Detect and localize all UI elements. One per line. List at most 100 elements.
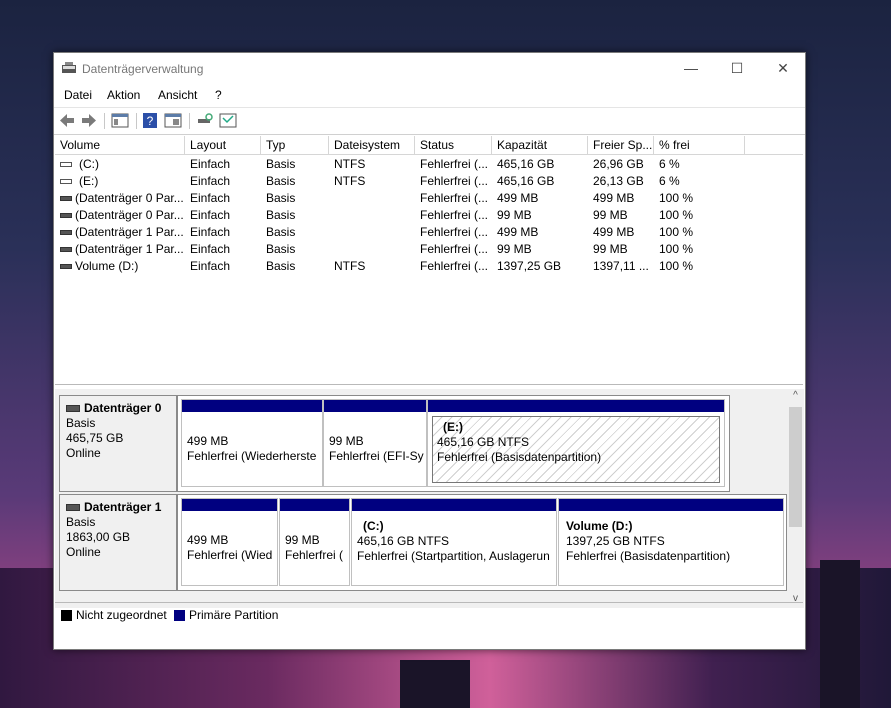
toolbar: ? [54, 107, 805, 135]
cell-volume: (Datenträger 0 Par... [75, 191, 184, 205]
volume-list-header: Volume Layout Typ Dateisystem Status Kap… [55, 136, 803, 155]
partition-status: Fehlerfrei (EFI-Sy [329, 449, 424, 463]
column-header-dateisystem[interactable]: Dateisystem [329, 136, 415, 154]
partition-text: 99 MB Fehlerfrei (EFI-Sy [329, 434, 424, 464]
cell-volume: Volume (D:) [75, 259, 139, 273]
cell-pct: 6 % [659, 174, 680, 188]
cell-typ: Basis [266, 242, 296, 256]
partition-recovery[interactable]: 499 MB Fehlerfrei (Wied [181, 498, 278, 586]
table-row[interactable]: (E:) Einfach Basis NTFS Fehlerfrei (... 465,1… [55, 173, 745, 190]
console-tree-icon[interactable] [111, 112, 129, 129]
partition-d[interactable]: Volume (D:) 1397,25 GB NTFS Fehlerfrei (Ba… [558, 498, 784, 586]
disk-1-size: 1863,00 GB [66, 530, 131, 544]
table-row[interactable]: (Datenträger 1 Par... Einfach Basis Fehlerf… [55, 224, 745, 241]
partition-recovery[interactable]: 499 MB Fehlerfrei (Wiederherste [181, 399, 323, 487]
cell-layout: Einfach [190, 259, 231, 273]
menu-ansicht[interactable]: Ansicht [158, 88, 197, 102]
cell-typ: Basis [266, 259, 296, 273]
table-row[interactable]: (Datenträger 1 Par... Einfach Basis Fehlerf… [55, 241, 745, 258]
disk-1-partitions: 499 MB Fehlerfrei (Wied 99 MB Fehlerfrei (… [177, 494, 787, 591]
volume-icon [60, 179, 72, 184]
partition-text: (E:) 465,16 GB NTFS Fehlerfrei (Basisdaten… [437, 420, 722, 465]
partition-text: 99 MB Fehlerfrei ( [285, 533, 347, 563]
vertical-scrollbar[interactable]: ^ v [787, 389, 804, 608]
properties-icon[interactable] [164, 112, 182, 129]
back-arrow-icon[interactable] [58, 112, 76, 129]
rescan-icon[interactable] [219, 112, 237, 129]
disk-1-label[interactable]: Datenträger 1 Basis 1863,00 GB Online [59, 494, 177, 591]
column-header-status[interactable]: Status [415, 136, 492, 154]
volume-list: Volume Layout Typ Dateisystem Status Kap… [55, 136, 803, 385]
cell-fs: NTFS [334, 157, 366, 171]
cell-free: 1397,11 ... [593, 259, 649, 273]
column-header-volume[interactable]: Volume [55, 136, 185, 154]
partition-size: 99 MB [329, 434, 364, 448]
cell-cap: 499 MB [497, 191, 539, 205]
disk-0-size: 465,75 GB [66, 431, 124, 445]
volume-icon [60, 230, 72, 235]
column-header-freier-speicher[interactable]: Freier Sp... [588, 136, 654, 154]
column-header-layout[interactable]: Layout [185, 136, 261, 154]
column-header-typ[interactable]: Typ [261, 136, 329, 154]
menu-help[interactable]: ? [215, 88, 222, 102]
cell-layout: Einfach [190, 191, 231, 205]
column-header-kapazitaet[interactable]: Kapazität [492, 136, 588, 154]
disk-icon [66, 504, 80, 512]
close-button[interactable]: ✕ [760, 53, 806, 84]
legend-primary-swatch [174, 610, 185, 621]
legend-unallocated-label: Nicht zugeordnet [76, 608, 167, 622]
table-row[interactable]: (Datenträger 0 Par... Einfach Basis Fehlerf… [55, 207, 745, 224]
minimize-button[interactable]: — [668, 53, 714, 84]
cell-volume: (Datenträger 1 Par... [75, 225, 184, 239]
primary-partition-bar [352, 499, 556, 511]
table-row[interactable]: (Datenträger 0 Par... Einfach Basis Fehlerf… [55, 190, 745, 207]
cell-volume: (E:) [79, 174, 99, 188]
partition-efi[interactable]: 99 MB Fehlerfrei ( [279, 498, 350, 586]
wallpaper-tower [400, 660, 470, 708]
disk-graphical-view: Datenträger 0 Basis 465,75 GB Online 499… [55, 389, 787, 608]
partition-status: Fehlerfrei (Basisdatenpartition) [566, 549, 731, 563]
disk-0-partitions: 499 MB Fehlerfrei (Wiederherste 99 MB Fehl… [177, 395, 730, 492]
partition-size: 499 MB [187, 533, 229, 547]
cell-layout: Einfach [190, 242, 231, 256]
scroll-thumb[interactable] [789, 407, 802, 527]
cell-free: 499 MB [593, 225, 635, 239]
forward-arrow-icon[interactable] [80, 112, 98, 129]
cell-fs: NTFS [334, 259, 366, 273]
cell-layout: Einfach [190, 225, 231, 239]
primary-partition-bar [280, 499, 349, 511]
menu-aktion[interactable]: Aktion [107, 88, 140, 102]
wallpaper-tower [820, 560, 860, 708]
disk-0-state: Online [66, 446, 101, 460]
disk-1-type: Basis [66, 515, 96, 529]
volume-icon [60, 196, 72, 201]
menu-datei[interactable]: Datei [64, 88, 92, 102]
primary-partition-bar [428, 400, 724, 412]
cell-status: Fehlerfrei (... [420, 259, 489, 273]
menu-bar: Datei Aktion Ansicht ? [54, 85, 805, 105]
maximize-button[interactable]: ☐ [714, 53, 760, 84]
scroll-up-button[interactable]: ^ [787, 389, 804, 403]
partition-title: Volume (D:) [566, 519, 633, 533]
table-row[interactable]: (C:) Einfach Basis NTFS Fehlerfrei (... 465,1… [55, 156, 745, 173]
connect-icon[interactable] [196, 112, 214, 129]
cell-cap: 465,16 GB [497, 157, 555, 171]
cell-volume: (C:) [79, 157, 99, 171]
column-header-prozent-frei[interactable]: % frei [654, 136, 745, 154]
volume-icon [60, 162, 72, 167]
disk-0-label[interactable]: Datenträger 0 Basis 465,75 GB Online [59, 395, 177, 492]
primary-partition-bar [182, 400, 322, 412]
partition-status: Fehlerfrei (Wied [187, 548, 273, 562]
cell-free: 499 MB [593, 191, 635, 205]
partition-e-selected[interactable]: (E:) 465,16 GB NTFS Fehlerfrei (Basisdaten… [427, 399, 725, 487]
help-icon[interactable]: ? [142, 112, 160, 129]
partition-text: Volume (D:) 1397,25 GB NTFS Fehlerfrei (Ba… [566, 519, 781, 564]
legend-unallocated-swatch [61, 610, 72, 621]
table-row[interactable]: Volume (D:) Einfach Basis NTFS Fehlerfrei (.… [55, 258, 745, 275]
cell-volume: (Datenträger 0 Par... [75, 208, 184, 222]
legend-primary-label: Primäre Partition [189, 608, 279, 622]
title-bar[interactable]: Datenträgerverwaltung — ☐ ✕ [54, 53, 805, 84]
partition-text: 499 MB Fehlerfrei (Wied [187, 533, 275, 563]
partition-c[interactable]: (C:) 465,16 GB NTFS Fehlerfrei (Startparti… [351, 498, 557, 586]
partition-efi[interactable]: 99 MB Fehlerfrei (EFI-Sy [323, 399, 427, 487]
